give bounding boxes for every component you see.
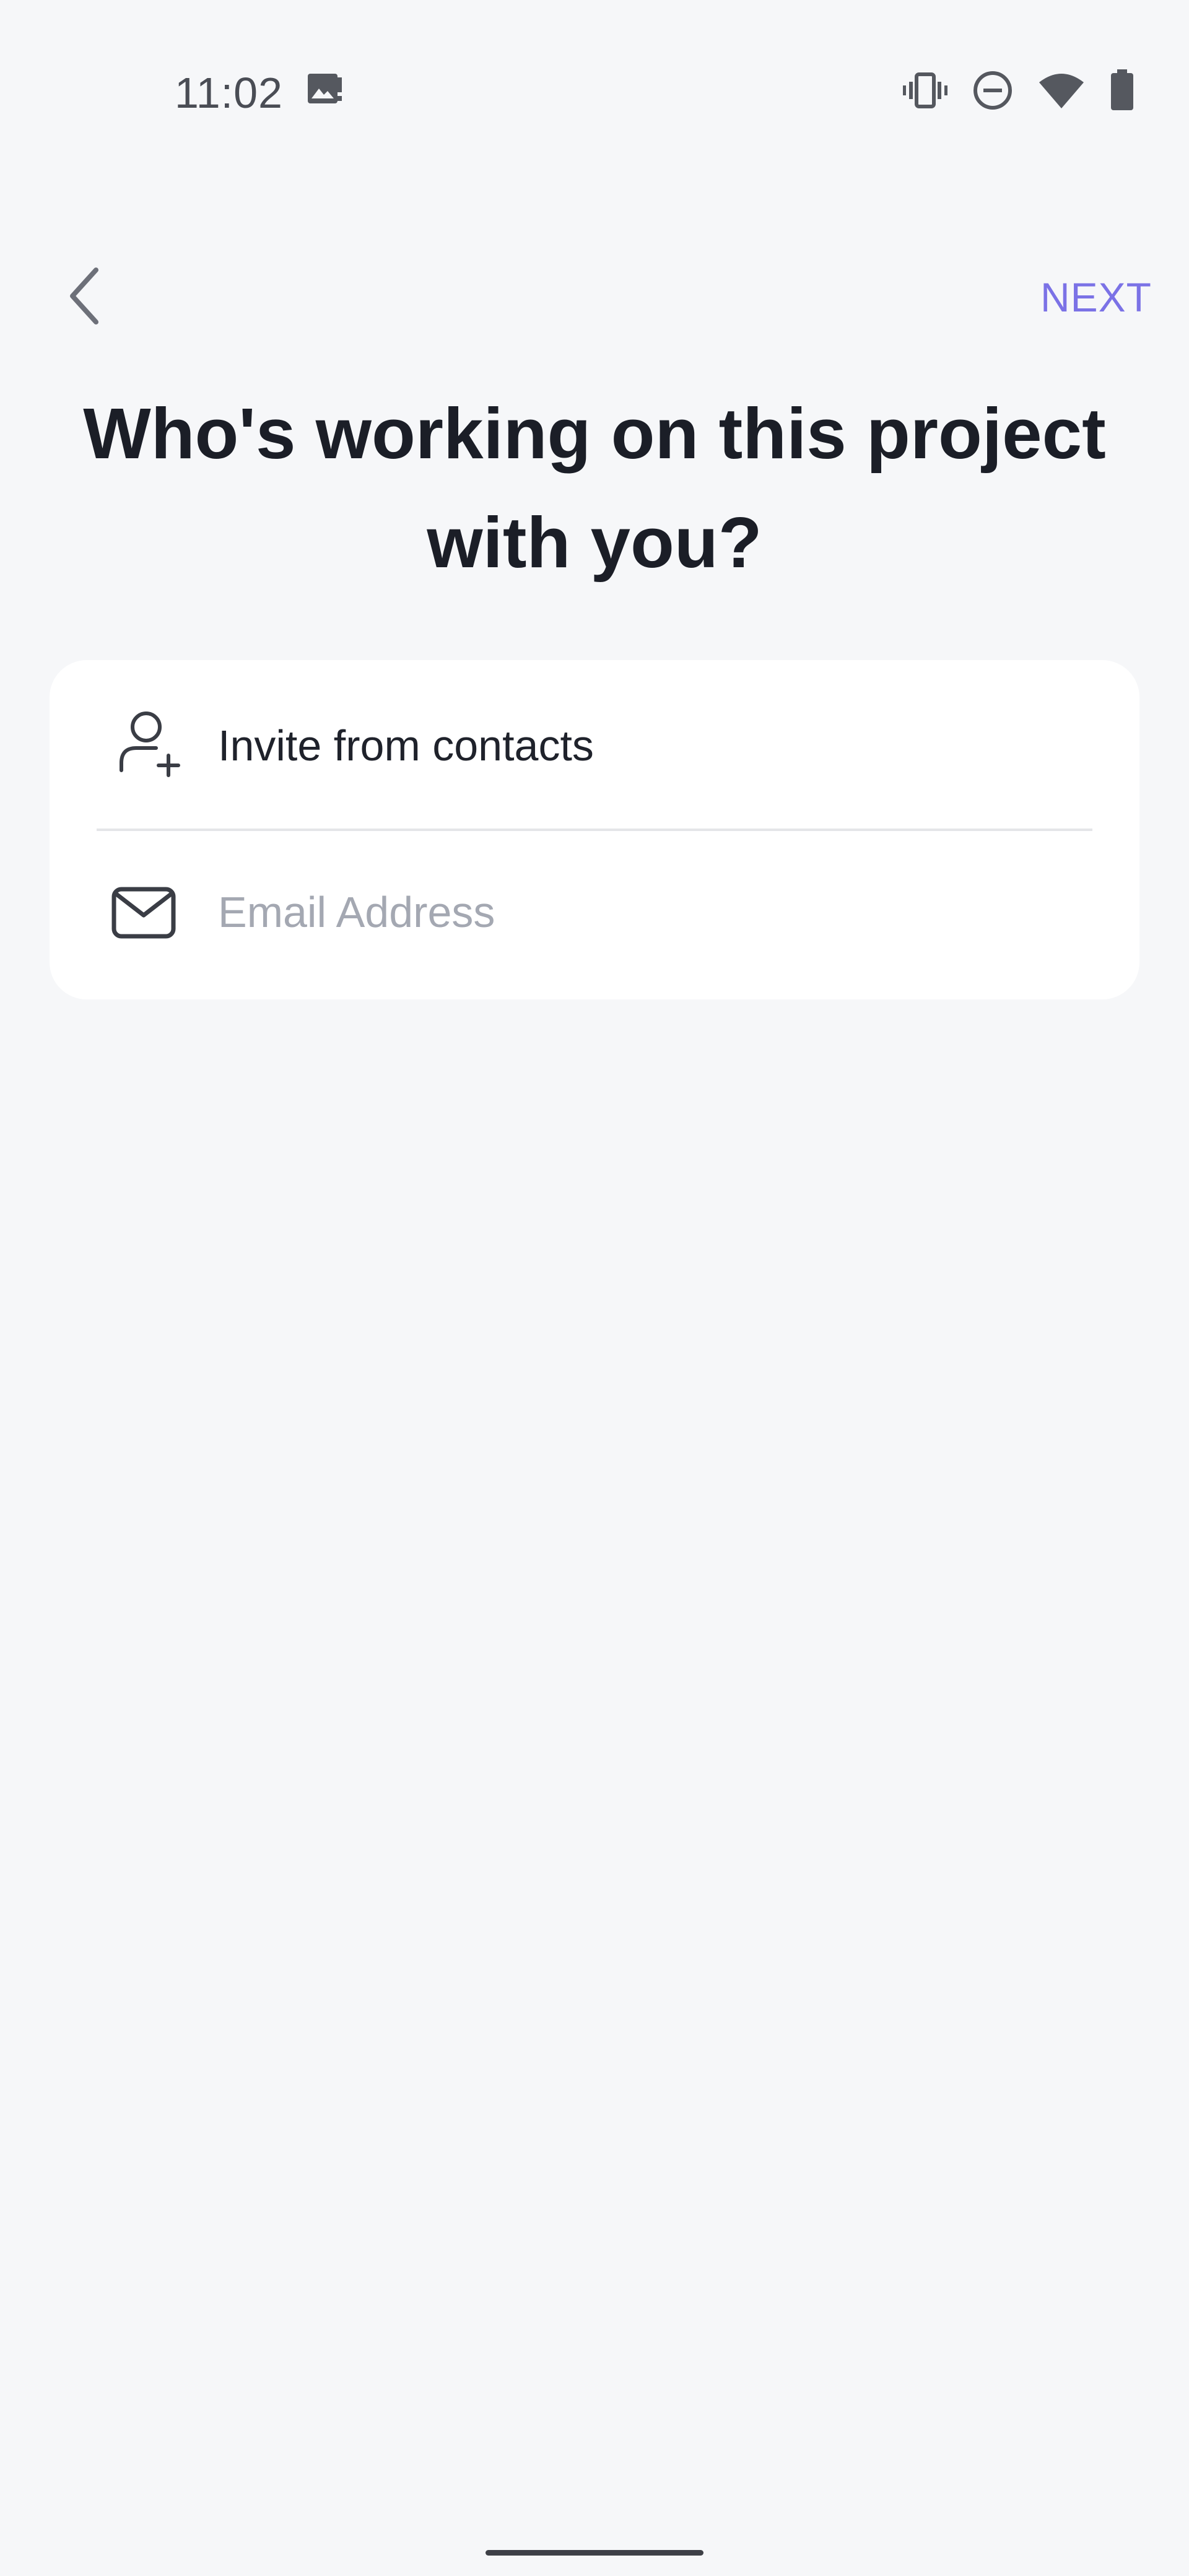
screen: 11:02 NEXT Who's working on this project… <box>0 0 1189 2576</box>
vibrate-icon <box>903 72 947 112</box>
envelope-icon <box>111 887 176 939</box>
email-address-input[interactable] <box>218 872 1085 952</box>
add-user-icon <box>118 710 186 778</box>
chevron-left-icon <box>65 265 102 330</box>
status-time: 11:02 <box>175 69 283 117</box>
battery-icon <box>1110 69 1135 115</box>
status-icons <box>903 67 1135 116</box>
back-button[interactable] <box>56 260 111 334</box>
email-row <box>50 831 1139 999</box>
invite-from-contacts-label: Invite from contacts <box>218 721 594 770</box>
invite-from-contacts-button[interactable]: Invite from contacts <box>50 660 1139 829</box>
invite-card: Invite from contacts <box>50 660 1139 999</box>
status-bar: 11:02 <box>0 0 1189 186</box>
do-not-disturb-icon <box>972 70 1013 114</box>
wifi-icon <box>1038 71 1085 113</box>
next-button[interactable]: NEXT <box>1040 269 1152 325</box>
gesture-navigation-bar[interactable] <box>486 2550 703 2556</box>
page-title: Who's working on this project with you? <box>83 393 1106 583</box>
gallery-notification-icon <box>307 72 344 107</box>
